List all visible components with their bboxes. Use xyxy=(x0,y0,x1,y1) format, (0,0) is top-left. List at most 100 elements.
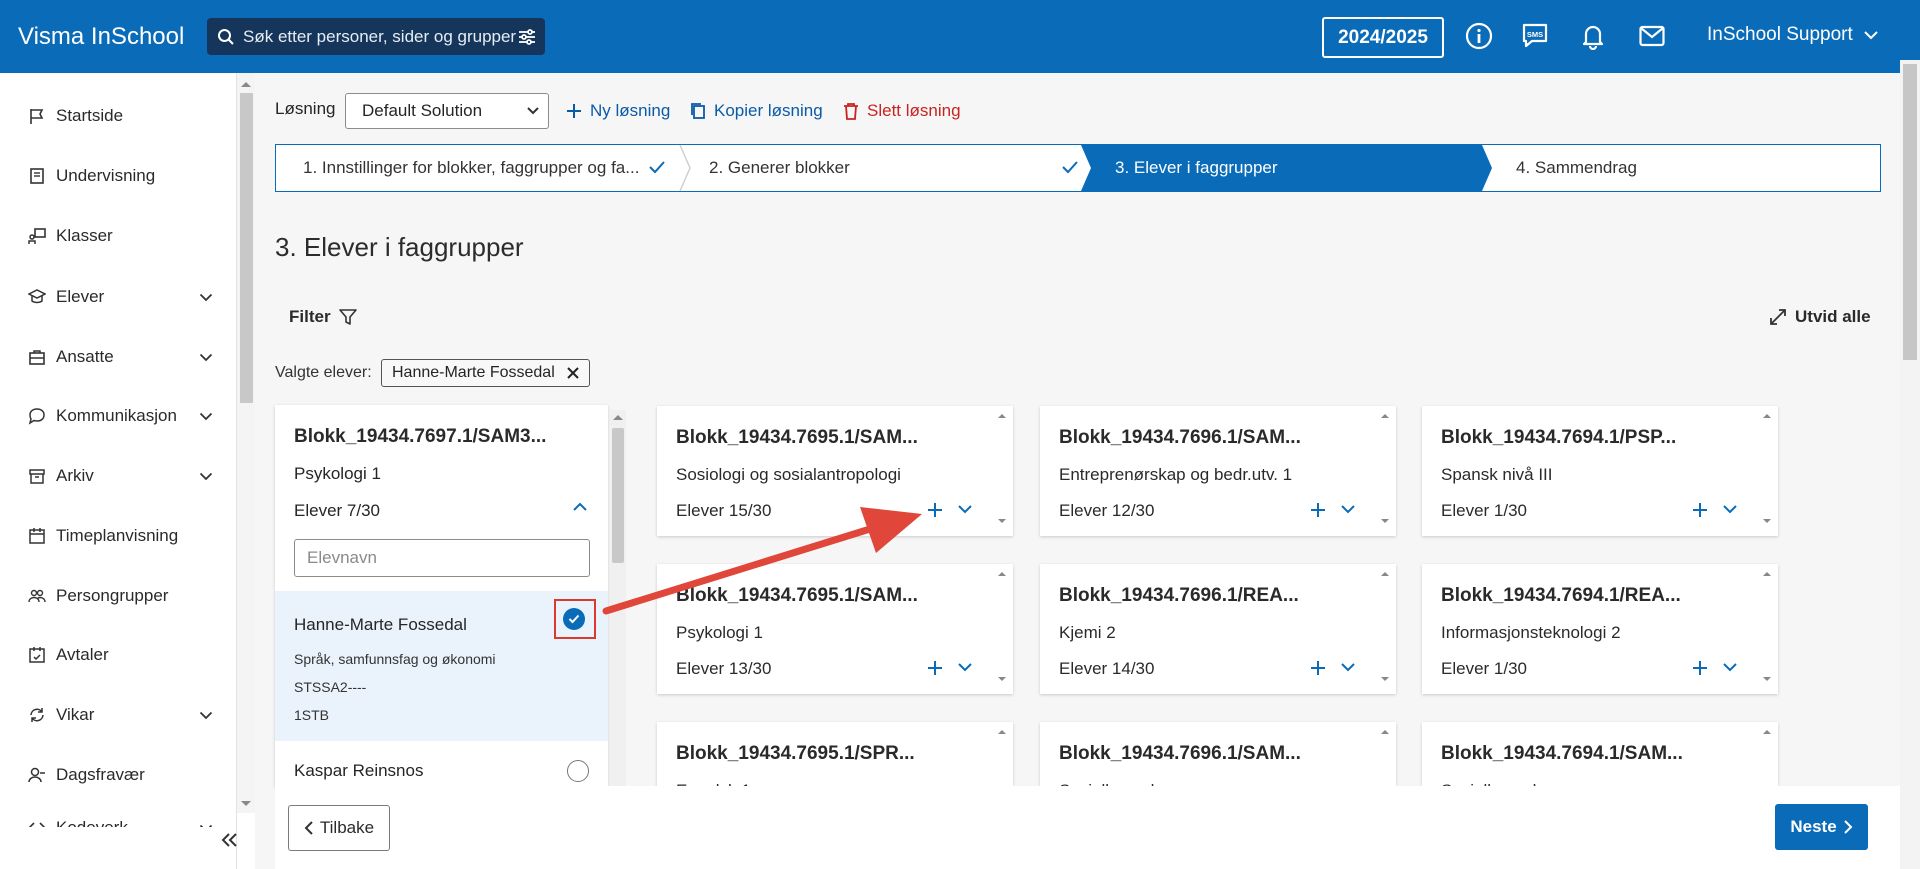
chevron-down-icon[interactable] xyxy=(199,711,213,720)
sidebar-item-undervisning[interactable]: Undervisning xyxy=(28,166,213,186)
student-name-input[interactable] xyxy=(294,539,590,577)
sidebar-item-label: Kommunikasjon xyxy=(56,406,177,425)
chevron-down-icon[interactable] xyxy=(1722,504,1738,515)
new-solution-button[interactable]: Ny løsning xyxy=(566,101,670,121)
chevron-down-icon[interactable] xyxy=(199,412,213,421)
chevron-down-icon[interactable] xyxy=(1722,662,1738,673)
step-4[interactable]: 4. Sammendrag xyxy=(1516,145,1846,191)
scroll-up-icon[interactable] xyxy=(612,413,624,421)
card-subject: Informasjonsteknologi 2 xyxy=(1441,623,1621,642)
scroll-down-icon[interactable] xyxy=(240,800,252,808)
step-1[interactable]: 1. Innstillinger for blokker, faggrupper… xyxy=(303,145,693,191)
chevron-down-icon[interactable] xyxy=(957,504,973,515)
sidebar-item-timeplanvisning[interactable]: Timeplanvisning xyxy=(28,526,213,546)
scroll-up-icon[interactable] xyxy=(240,80,252,88)
scroll-up-icon[interactable] xyxy=(1380,412,1390,419)
sidebar-item-persongrupper[interactable]: Persongrupper xyxy=(28,586,213,606)
sidebar-item-label: Klasser xyxy=(56,226,113,245)
chevron-down-icon xyxy=(1864,31,1878,40)
expand-all-button[interactable]: Utvid alle xyxy=(1769,307,1871,327)
bell-icon[interactable] xyxy=(1579,22,1607,50)
chevron-down-icon[interactable] xyxy=(1340,504,1356,515)
chevron-down-icon[interactable] xyxy=(957,662,973,673)
scroll-up-icon[interactable] xyxy=(997,570,1007,577)
global-search[interactable] xyxy=(207,18,545,55)
chevron-up-icon[interactable] xyxy=(572,501,588,513)
block-card[interactable]: Blokk_19434.7694.1/SAM...Sosialkunnskap xyxy=(1422,722,1778,786)
scroll-up-icon[interactable] xyxy=(1762,412,1772,419)
sidebar-item-avtaler[interactable]: Avtaler xyxy=(28,645,213,665)
info-icon[interactable] xyxy=(1465,22,1493,50)
delete-solution-button[interactable]: Slett løsning xyxy=(843,101,961,121)
next-label: Neste xyxy=(1790,817,1837,836)
filter-button[interactable]: Filter xyxy=(289,307,357,327)
scroll-up-icon[interactable] xyxy=(997,728,1007,735)
sidebar-item-ansatte[interactable]: Ansatte xyxy=(28,347,213,367)
scroll-up-icon[interactable] xyxy=(997,412,1007,419)
sidebar-item-kommunikasjon[interactable]: Kommunikasjon xyxy=(28,406,213,426)
sidebar-item-startside[interactable]: Startside xyxy=(28,106,213,126)
card-subject: Kjemi 2 xyxy=(1059,623,1116,642)
step-2[interactable]: 2. Generer blokker xyxy=(709,145,1079,191)
block-card[interactable]: Blokk_19434.7696.1/SAM... Entreprenørskap… xyxy=(1040,406,1396,536)
block-card[interactable]: Blokk_19434.7694.1/PSP... Spansk nivå III… xyxy=(1422,406,1778,536)
sidebar-item-label: Elever xyxy=(56,287,105,306)
next-button[interactable]: Neste xyxy=(1775,804,1868,850)
back-button[interactable]: Tilbake xyxy=(288,805,390,851)
user-menu[interactable]: InSchool Support xyxy=(1707,24,1879,46)
scroll-down-icon[interactable] xyxy=(997,676,1007,683)
classroom-icon xyxy=(28,228,46,244)
student-row[interactable]: Hanne-Marte Fossedal Språk, samfunnsfag … xyxy=(275,591,608,741)
sms-icon[interactable]: SMS xyxy=(1521,22,1549,50)
card-title: Blokk_19434.7695.1/SPR... xyxy=(676,743,915,764)
sidebar-item-dagsfravær[interactable]: Dagsfravær xyxy=(28,765,213,785)
scroll-down-icon[interactable] xyxy=(1762,518,1772,525)
scroll-up-icon[interactable] xyxy=(1380,728,1390,735)
chevron-down-icon[interactable] xyxy=(1340,662,1356,673)
close-icon[interactable] xyxy=(567,367,579,379)
add-student-icon[interactable] xyxy=(1309,501,1327,519)
mail-icon[interactable] xyxy=(1638,22,1666,50)
sidebar-scrollbar-thumb[interactable] xyxy=(240,93,253,403)
block-card[interactable]: Blokk_19434.7694.1/REA... Informasjonstek… xyxy=(1422,564,1778,694)
search-input[interactable] xyxy=(235,18,517,55)
scroll-down-icon[interactable] xyxy=(1380,518,1390,525)
student-program: Språk, samfunnsfag og økonomi xyxy=(294,651,496,667)
person-minus-icon xyxy=(28,767,45,783)
brand-logo[interactable]: Visma InSchool xyxy=(18,23,184,51)
add-student-icon[interactable] xyxy=(1691,501,1709,519)
scroll-up-icon[interactable] xyxy=(1762,570,1772,577)
solution-label: Løsning xyxy=(275,99,336,118)
block-card[interactable]: Blokk_19434.7696.1/REA... Kjemi 2 Elever 1… xyxy=(1040,564,1396,694)
scroll-down-icon[interactable] xyxy=(1380,676,1390,683)
sliders-icon[interactable] xyxy=(517,28,537,46)
student-checkbox[interactable] xyxy=(567,760,589,782)
step-3[interactable]: 3. Elever i faggrupper xyxy=(1115,145,1445,191)
scroll-down-icon[interactable] xyxy=(1762,676,1772,683)
add-student-icon[interactable] xyxy=(1309,659,1327,677)
collapse-sidebar-icon[interactable] xyxy=(220,832,238,848)
chevron-down-icon[interactable] xyxy=(199,293,213,302)
sidebar-item-elever[interactable]: Elever xyxy=(28,287,213,307)
school-year-button[interactable]: 2024/2025 xyxy=(1322,17,1444,58)
add-student-icon[interactable] xyxy=(1691,659,1709,677)
chevron-down-icon[interactable] xyxy=(199,472,213,481)
copy-solution-button[interactable]: Kopier løsning xyxy=(690,101,823,121)
sidebar-item-label: Timeplanvisning xyxy=(56,526,179,545)
scroll-up-icon[interactable] xyxy=(1380,570,1390,577)
chevron-down-icon[interactable] xyxy=(199,353,213,362)
sidebar-item-vikar[interactable]: Vikar xyxy=(28,705,213,725)
scroll-down-icon[interactable] xyxy=(997,518,1007,525)
solution-select[interactable]: Default Solution xyxy=(345,93,549,129)
sidebar-item-klasser[interactable]: Klasser xyxy=(28,226,213,246)
student-checkbox[interactable] xyxy=(563,608,585,630)
sidebar-item-arkiv[interactable]: Arkiv xyxy=(28,466,213,486)
card-count: Elever 14/30 xyxy=(1059,659,1155,678)
page-scrollbar-thumb[interactable] xyxy=(1903,64,1917,360)
student-name[interactable]: Kaspar Reinsnos xyxy=(294,761,423,781)
sidebar-item-label: Startside xyxy=(56,106,124,125)
block-card[interactable]: Blokk_19434.7695.1/SPR...Engelsk 1 xyxy=(657,722,1013,786)
block-card[interactable]: Blokk_19434.7696.1/SAM...Sosialkunnskap xyxy=(1040,722,1396,786)
scroll-up-icon[interactable] xyxy=(1762,728,1772,735)
add-student-icon[interactable] xyxy=(926,659,944,677)
